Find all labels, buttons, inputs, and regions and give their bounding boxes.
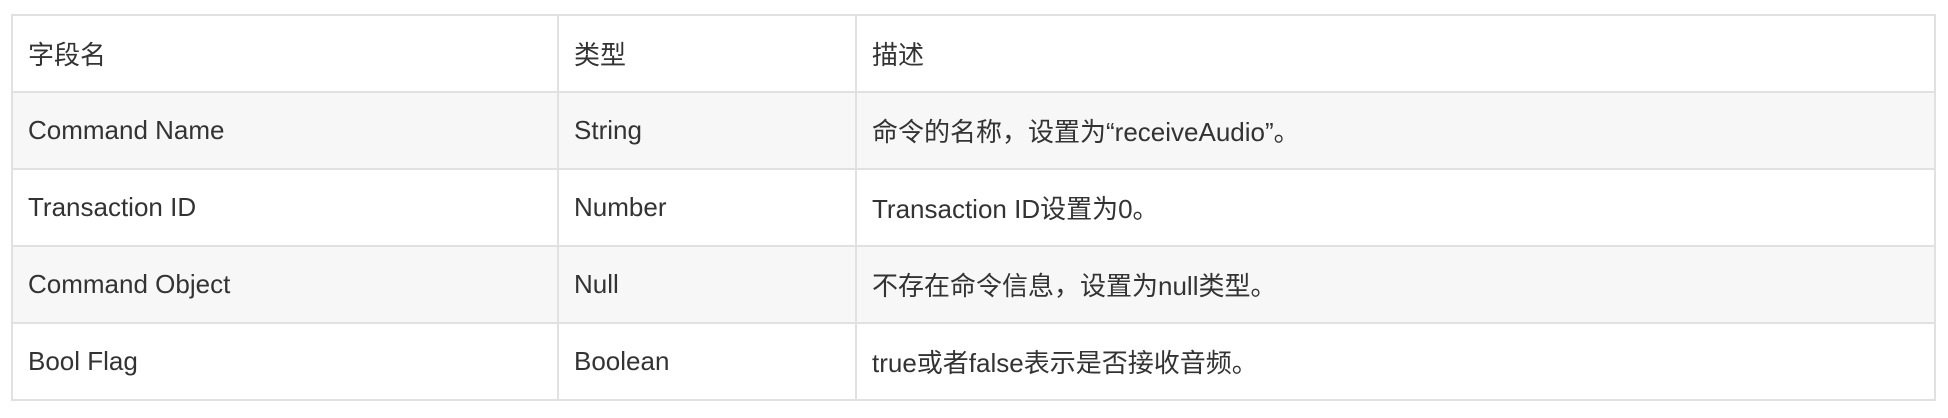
cell-description: Transaction ID设置为0。 (855, 168, 1936, 247)
cell-type: Boolean (557, 322, 857, 401)
parameter-table-container: 字段名 类型 描述 Command Name String 命令的名称，设置为“… (11, 14, 1936, 401)
cell-field-name: Command Object (11, 245, 559, 324)
cell-type: String (557, 91, 857, 170)
cell-field-name: Transaction ID (11, 168, 559, 247)
header-field-name: 字段名 (11, 14, 559, 93)
table-row: Bool Flag Boolean true或者false表示是否接收音频。 (11, 322, 1936, 401)
table-row: Transaction ID Number Transaction ID设置为0… (11, 168, 1936, 247)
cell-field-name: Command Name (11, 91, 559, 170)
header-type: 类型 (557, 14, 857, 93)
cell-description: true或者false表示是否接收音频。 (855, 322, 1936, 401)
table-header-row: 字段名 类型 描述 (11, 14, 1936, 93)
table-row: Command Name String 命令的名称，设置为“receiveAud… (11, 91, 1936, 170)
cell-description: 命令的名称，设置为“receiveAudio”。 (855, 91, 1936, 170)
cell-type: Null (557, 245, 857, 324)
parameter-table: 字段名 类型 描述 Command Name String 命令的名称，设置为“… (11, 14, 1936, 401)
cell-field-name: Bool Flag (11, 322, 559, 401)
header-description: 描述 (855, 14, 1936, 93)
cell-type: Number (557, 168, 857, 247)
table-row: Command Object Null 不存在命令信息，设置为null类型。 (11, 245, 1936, 324)
cell-description: 不存在命令信息，设置为null类型。 (855, 245, 1936, 324)
